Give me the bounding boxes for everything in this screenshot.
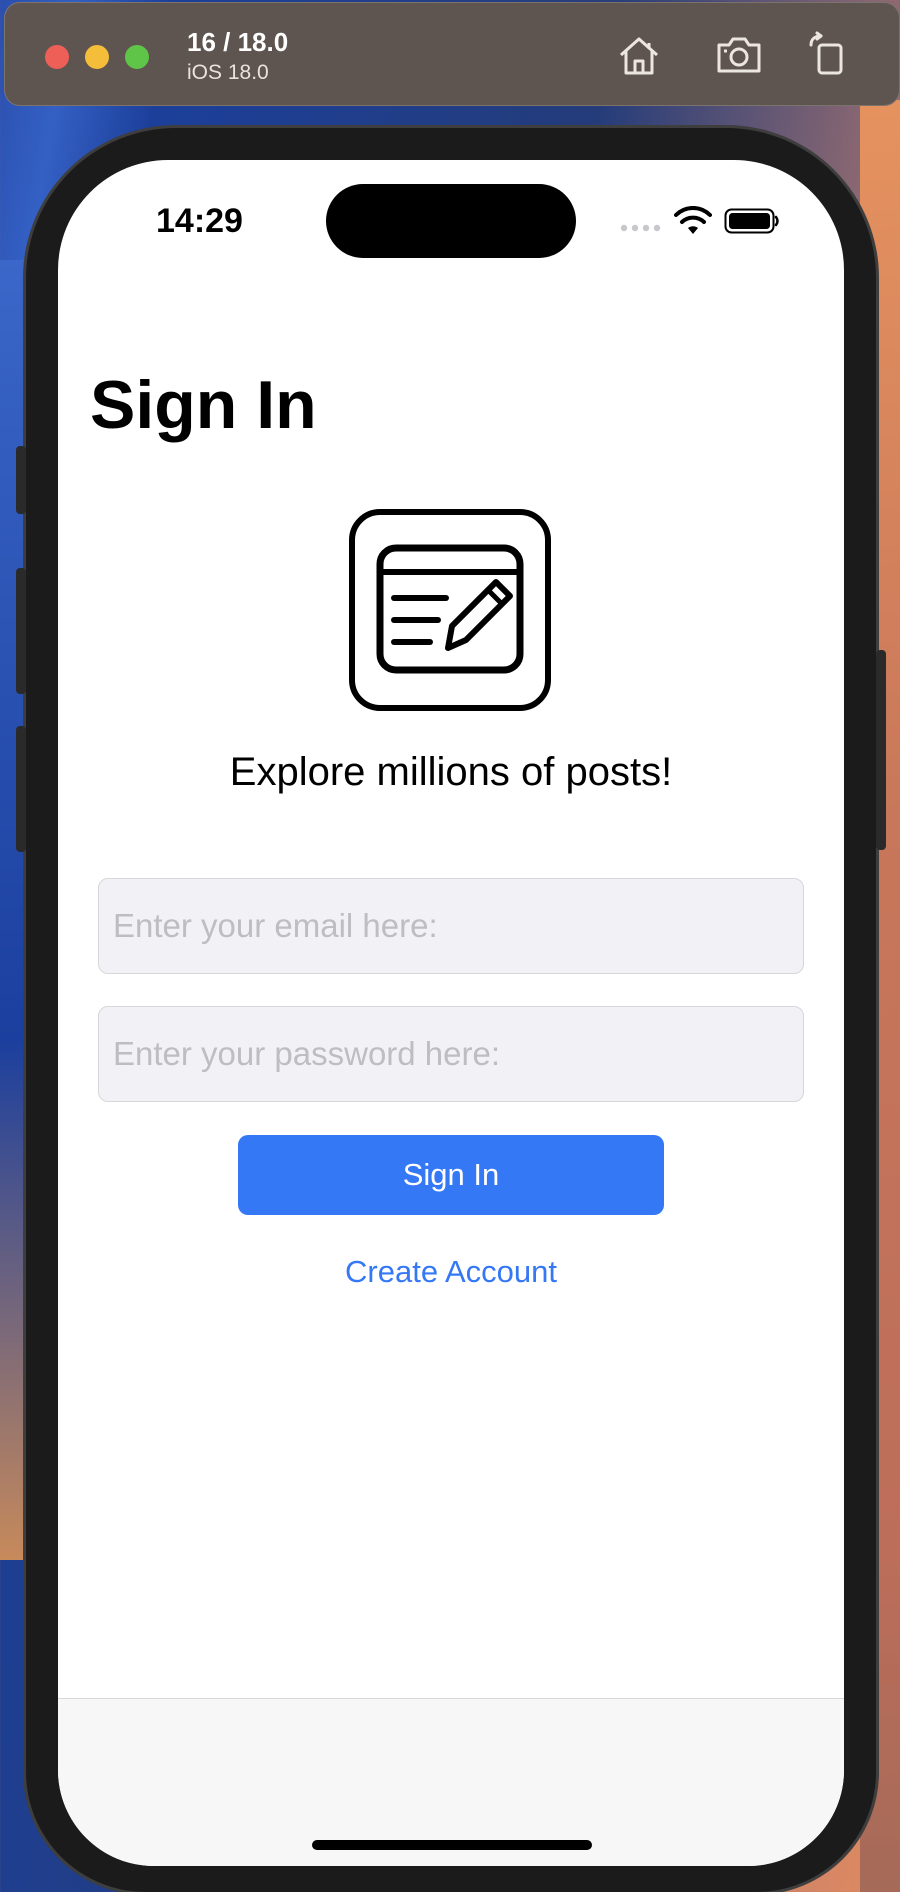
power-button [876, 650, 886, 850]
dynamic-island [326, 184, 576, 258]
wifi-icon [674, 206, 712, 234]
silent-switch [16, 446, 26, 514]
sign-in-button[interactable]: Sign In [238, 1135, 664, 1215]
password-input[interactable] [99, 1007, 803, 1101]
simulator-device-title: 16 / 18.0 [187, 27, 289, 57]
screenshot-icon[interactable] [715, 31, 763, 79]
page-title: Sign In [90, 367, 317, 443]
simulator-os-version: iOS 18.0 [187, 61, 269, 84]
home-indicator[interactable] [312, 1840, 592, 1850]
status-time: 14:29 [156, 202, 243, 240]
news-edit-icon [349, 509, 551, 711]
volume-up-button [16, 568, 26, 694]
volume-down-button [16, 726, 26, 852]
close-window-button[interactable] [45, 45, 69, 69]
zoom-window-button[interactable] [125, 45, 149, 69]
tagline: Explore millions of posts! [229, 750, 673, 794]
minimize-window-button[interactable] [85, 45, 109, 69]
simulator-toolbar: 16 / 18.0 iOS 18.0 [4, 2, 900, 106]
signal-dots-icon [620, 224, 661, 232]
phone-screen: 14:29 Sign In Explore millions of posts!… [58, 160, 844, 1866]
email-field[interactable] [98, 878, 804, 974]
create-account-link[interactable]: Create Account [58, 1254, 844, 1290]
password-field[interactable] [98, 1006, 804, 1102]
home-icon[interactable] [615, 31, 663, 79]
battery-icon [724, 208, 779, 234]
email-input[interactable] [99, 879, 803, 973]
rotate-icon[interactable] [805, 31, 853, 79]
